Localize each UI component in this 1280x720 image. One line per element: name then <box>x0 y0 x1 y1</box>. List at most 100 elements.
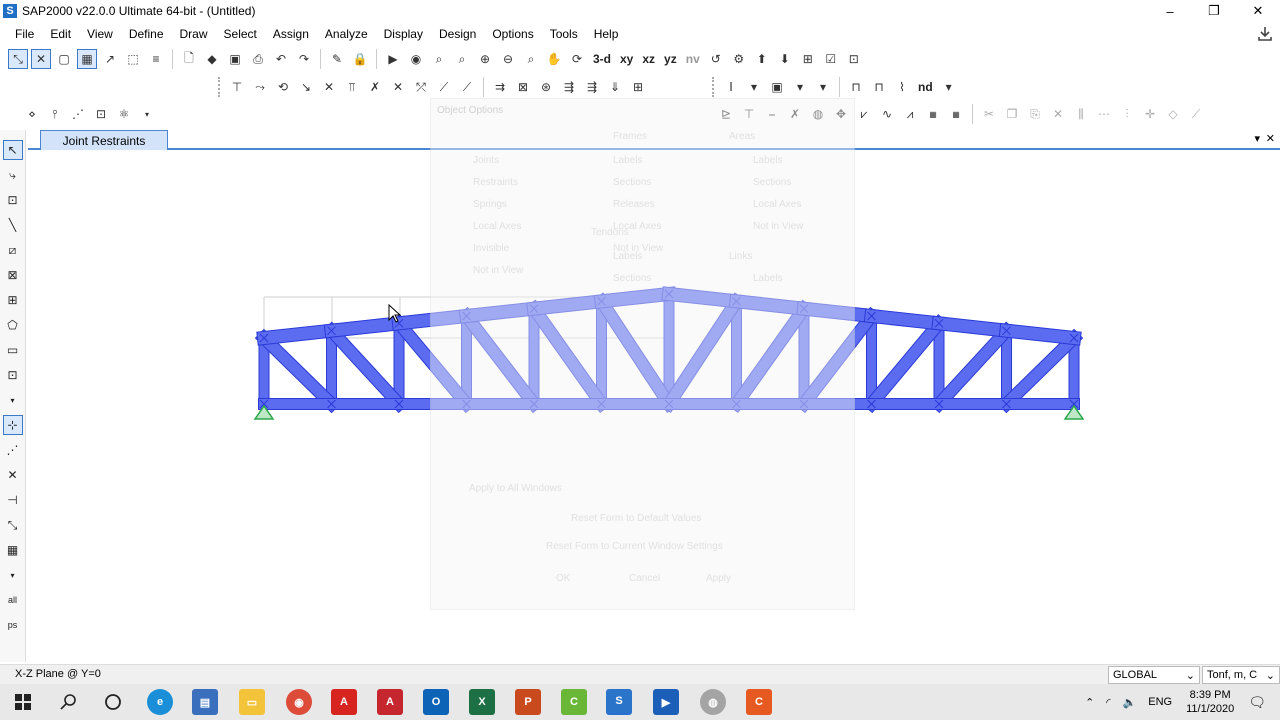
truss-top-chord[interactable] <box>999 324 1081 345</box>
frame-loads-icon[interactable]: ⊠ <box>513 77 533 97</box>
run-step-icon[interactable]: ◉ <box>406 49 426 69</box>
pan-icon[interactable]: ✋ <box>544 49 564 69</box>
tendon-draw-icon[interactable]: ⌇ <box>892 77 912 97</box>
menu-view[interactable]: View <box>79 23 121 45</box>
truss-top-chord[interactable] <box>864 309 946 330</box>
menu-file[interactable]: File <box>0 23 42 45</box>
set-display-icon[interactable]: ⊞ <box>798 49 818 69</box>
windows-start-icon[interactable] <box>10 689 36 715</box>
menu-help[interactable]: Help <box>586 23 627 45</box>
etabs-icon[interactable]: ▶ <box>653 689 679 715</box>
zoom-window-icon[interactable]: ⌕ <box>429 49 449 69</box>
replicate-icon[interactable]: ⫼ <box>1071 104 1091 124</box>
sap2000-taskbar-icon[interactable]: S <box>606 689 632 715</box>
coordinate-system-select[interactable]: GLOBAL ⌄ <box>1108 666 1200 684</box>
previous-selection-icon[interactable]: ps <box>3 615 23 635</box>
close-button[interactable]: ✕ <box>1236 0 1280 22</box>
rotate-view-icon[interactable]: ↺ <box>706 49 726 69</box>
acrobat-icon[interactable]: A <box>331 689 357 715</box>
camtasia-icon[interactable]: C <box>561 689 587 715</box>
reset-default-button[interactable]: Reset Form to Default Values <box>571 513 701 524</box>
snap-perpendicular-icon[interactable]: ⊣ <box>3 490 23 510</box>
view-xy-button[interactable]: xy <box>617 52 636 66</box>
zoom-fit-icon[interactable]: ⌕ <box>521 49 541 69</box>
joint-restraint-icon[interactable]: ⫪ <box>342 77 362 97</box>
lock-icon[interactable]: 🔒 <box>350 49 370 69</box>
new-model-icon[interactable]: 🗋 <box>179 49 199 69</box>
dropdown-arrow-icon[interactable]: ▾ <box>744 77 764 97</box>
frame-load-icon[interactable]: ↘ <box>296 77 316 97</box>
powerpoint-icon[interactable]: P <box>515 689 541 715</box>
area-load-icon[interactable]: ⟋ <box>457 77 477 97</box>
grid-select-icon[interactable]: ▦ <box>77 49 97 69</box>
menu-edit[interactable]: Edit <box>42 23 79 45</box>
minimize-button[interactable]: – <box>1148 0 1192 22</box>
menu-draw[interactable]: Draw <box>172 23 216 45</box>
draw-secondary-icon[interactable]: ⊞ <box>3 290 23 310</box>
frame-release-icon[interactable]: ⤳ <box>250 77 270 97</box>
volume-icon[interactable]: 🔈 <box>1117 696 1143 709</box>
menu-assign[interactable]: Assign <box>265 23 317 45</box>
quick-draw-area-icon[interactable]: ⊡ <box>3 365 23 385</box>
joint-spring-icon[interactable]: ✕ <box>388 77 408 97</box>
restore-button[interactable]: ❐ <box>1192 0 1236 22</box>
outlook-icon[interactable]: O <box>423 689 449 715</box>
snap-point-icon[interactable]: ⊹ <box>2 415 23 435</box>
draw-poly-area-icon[interactable]: ⬠ <box>3 315 23 335</box>
units-select[interactable]: Tonf, m, C ⌄ <box>1202 666 1280 684</box>
snap-line-icon[interactable]: ⤡ <box>3 515 23 535</box>
autocad-icon[interactable]: A <box>377 689 403 715</box>
extrude-icon[interactable]: ◇ <box>1163 104 1183 124</box>
draw-area-icon[interactable]: ⊡ <box>91 104 111 124</box>
redo-icon[interactable]: ↷ <box>294 49 314 69</box>
menu-tools[interactable]: Tools <box>542 23 586 45</box>
divide-icon[interactable]: ⋯ <box>1094 104 1114 124</box>
save-icon[interactable]: ▣ <box>225 49 245 69</box>
left-overflow-icon[interactable]: ▾ <box>3 565 23 585</box>
open-icon[interactable]: ◆ <box>202 49 222 69</box>
snap-end-icon[interactable]: ⋰ <box>3 440 23 460</box>
move-down-icon[interactable]: ⬇ <box>775 49 795 69</box>
draw-frame-icon[interactable]: ⫯ <box>45 104 65 124</box>
cancel-button[interactable]: Cancel <box>629 573 660 584</box>
menu-design[interactable]: Design <box>431 23 484 45</box>
view-3d-button[interactable]: 3-d <box>590 52 614 66</box>
pattern-icon[interactable]: ⇶ <box>582 77 602 97</box>
truss-diagonal[interactable] <box>931 322 1015 412</box>
frame-draw-icon[interactable]: ⊓ <box>846 77 866 97</box>
dropdown-arrow-icon[interactable]: ▾ <box>790 77 810 97</box>
merge-icon[interactable]: ⫶ <box>1117 104 1137 124</box>
perspective-icon[interactable]: ⚙ <box>729 49 749 69</box>
paste-icon[interactable]: ⎘ <box>1025 104 1045 124</box>
view-xz-button[interactable]: xz <box>639 52 658 66</box>
undo-icon[interactable]: ↶ <box>271 49 291 69</box>
tab-joint-restraints[interactable]: Joint Restraints <box>40 130 168 150</box>
text-size-icon[interactable]: Ⅰ <box>721 77 741 97</box>
tab-dropdown-icon[interactable]: ▾ <box>1254 132 1260 145</box>
taskbar-clock[interactable]: 8:39 PM 11/1/2020 <box>1178 688 1242 716</box>
search-icon[interactable] <box>55 689 81 715</box>
draw-joint-icon[interactable]: ⊡ <box>3 190 23 210</box>
truss-diagonal[interactable] <box>863 315 947 412</box>
menu-display[interactable]: Display <box>376 23 431 45</box>
area-section-icon[interactable]: ⟋ <box>434 77 454 97</box>
view-yz-button[interactable]: yz <box>661 52 680 66</box>
menu-select[interactable]: Select <box>216 23 265 45</box>
draw-solid-icon[interactable]: ⚛ <box>114 104 134 124</box>
box-select-icon[interactable]: ▢ <box>54 49 74 69</box>
temperature-icon[interactable]: ⇶ <box>559 77 579 97</box>
frame-local-icon[interactable]: ✕ <box>319 77 339 97</box>
draw-rect-area-icon[interactable]: ▭ <box>3 340 23 360</box>
snap-intersection-icon[interactable]: ✕ <box>3 465 23 485</box>
copy-icon[interactable]: ❐ <box>1002 104 1022 124</box>
area-loads-icon[interactable]: ⊛ <box>536 77 556 97</box>
zoom-restore-icon[interactable]: ⌕ <box>452 49 472 69</box>
pointer-select-icon[interactable]: ⤡ <box>8 49 28 69</box>
cable-draw-icon[interactable]: ⊓ <box>869 77 889 97</box>
frame-section-icon[interactable]: ⊤ <box>227 77 247 97</box>
select-all-icon[interactable]: all <box>3 590 23 610</box>
delete-icon[interactable]: ✕ <box>1048 104 1068 124</box>
show-time-history-icon[interactable]: ⩘ <box>900 104 920 124</box>
notification-icon[interactable]: 🗨 <box>1242 694 1280 711</box>
camtasia-recorder-icon[interactable]: C <box>746 689 772 715</box>
